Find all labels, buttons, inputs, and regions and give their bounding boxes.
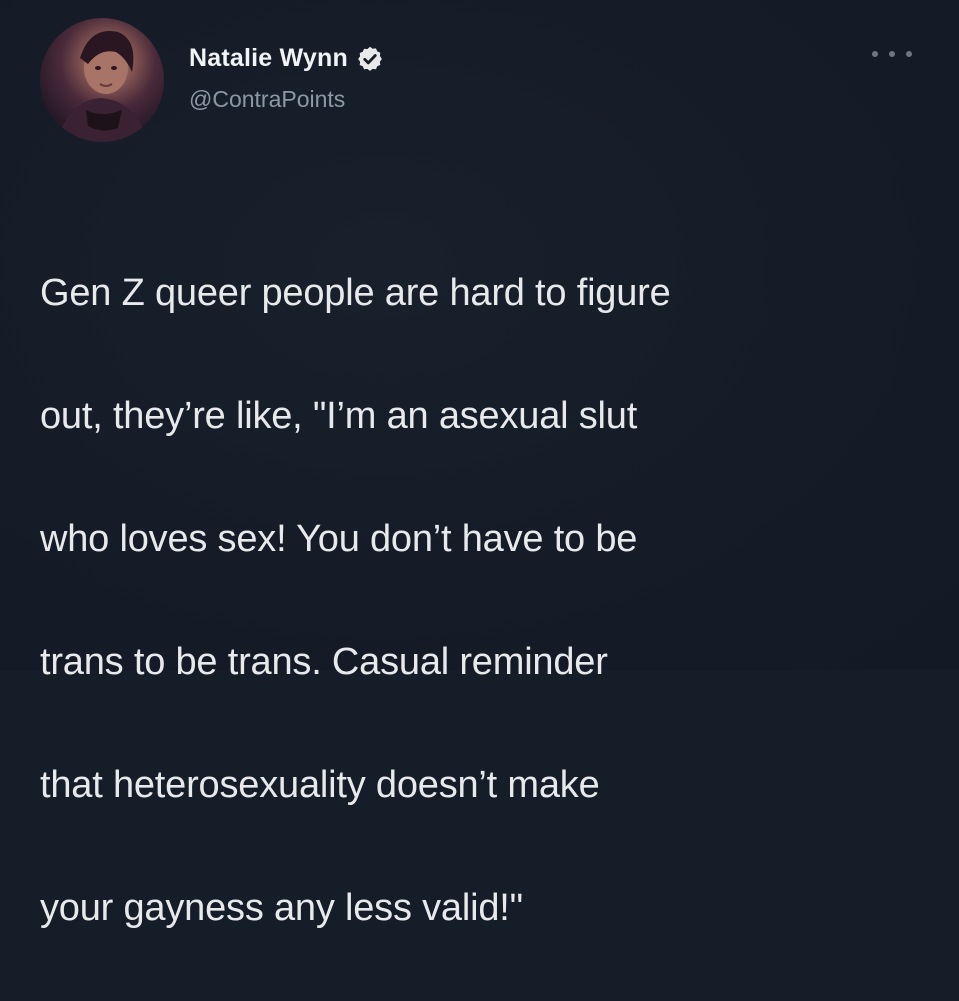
author-handle[interactable]: @ContraPoints [189, 86, 345, 113]
tweet-text-line: your gayness any less valid!" [40, 886, 523, 929]
more-dot [872, 51, 878, 57]
more-dot [889, 51, 895, 57]
author-display-name[interactable]: Natalie Wynn [189, 44, 348, 73]
tweet-text-line: Gen Z queer people are hard to figure [40, 271, 671, 314]
tweet-text-line: who loves sex! You don’t have to be [40, 517, 638, 560]
verified-badge-icon [356, 45, 384, 73]
author-name-row[interactable]: Natalie Wynn [189, 44, 384, 73]
more-horizontal-icon[interactable] [872, 44, 912, 64]
more-dot [906, 51, 912, 57]
profile-photo-icon [58, 31, 148, 142]
tweet-text-line: trans to be trans. Casual reminder [40, 640, 608, 683]
tweet-text-line: that heterosexuality doesn’t make [40, 763, 600, 806]
tweet-card: Natalie Wynn @ContraPoints Gen Z queer p… [0, 0, 959, 929]
author-avatar[interactable] [40, 18, 164, 142]
tweet-text: Gen Z queer people are hard to figure ou… [40, 201, 920, 1001]
tweet-text-line: out, they’re like, "I’m an asexual slut [40, 394, 638, 437]
